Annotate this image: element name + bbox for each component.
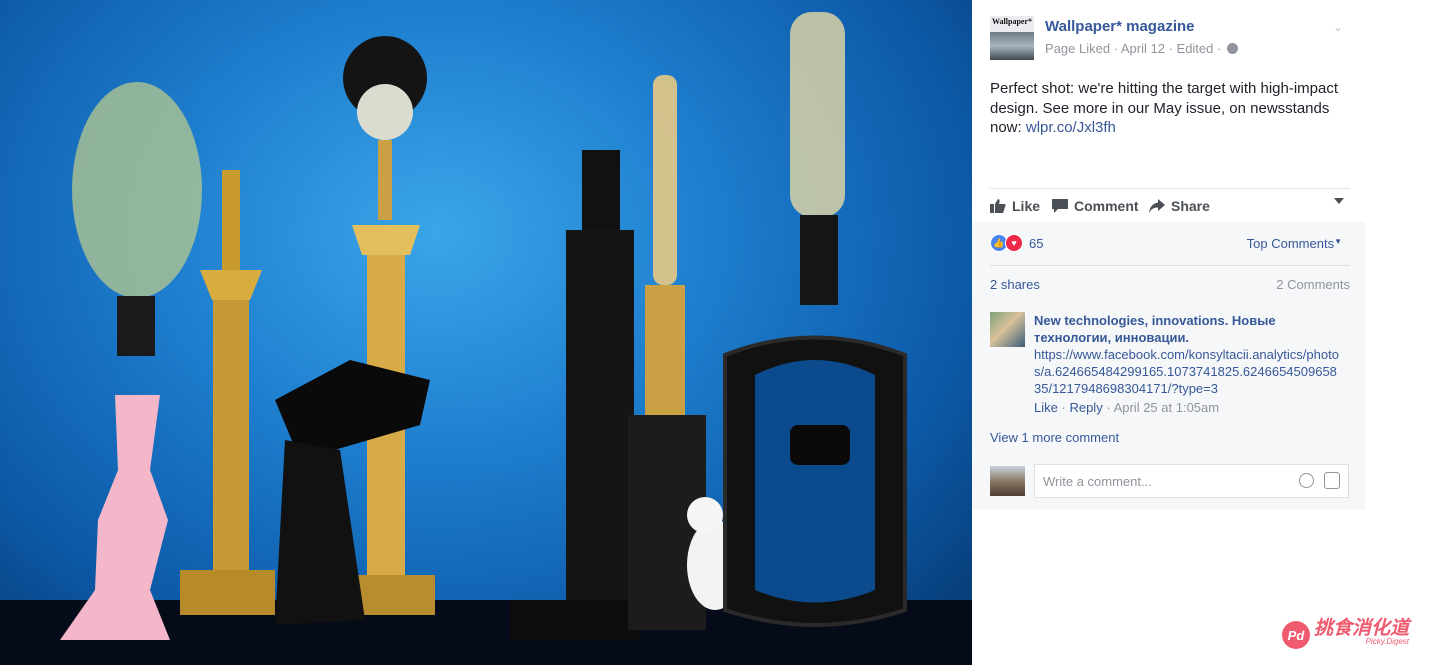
comment-author[interactable]: New technologies, innovations. Новые тех…: [1034, 312, 1339, 346]
post-text: Perfect shot: we're hitting the target w…: [990, 79, 1340, 138]
comment-count[interactable]: 2 Comments: [1276, 277, 1350, 292]
watermark-text: 挑食消化道: [1313, 618, 1409, 639]
reaction-count: 65: [1029, 235, 1044, 251]
post-header: Wallpaper* Wallpaper* magazine Page Like…: [990, 16, 1347, 66]
user-avatar: [990, 466, 1025, 496]
avatar-masthead: Wallpaper*: [992, 17, 1033, 26]
love-reaction-icon: ♥: [1005, 234, 1023, 252]
comment-label: Comment: [1074, 198, 1139, 214]
share-arrow-icon: [1149, 199, 1165, 213]
comments-section: 👍 ♥ 65 Top Comments▼ 2 shares 2 Comments…: [972, 222, 1365, 510]
comment-link[interactable]: https://www.facebook.com/konsyltacii.ana…: [1034, 346, 1339, 397]
chevron-down-icon[interactable]: ⌄: [1331, 20, 1345, 34]
post-panel: Wallpaper* Wallpaper* magazine Page Like…: [972, 0, 1365, 510]
share-label: Share: [1171, 198, 1210, 214]
share-button[interactable]: Share: [1149, 198, 1210, 214]
post-meta: Page Liked · April 12 · Edited ·: [1045, 41, 1238, 56]
comment-like-link[interactable]: Like: [1034, 400, 1058, 415]
comment-icon: [1052, 199, 1068, 213]
comment-actions: Like · Reply · April 25 at 1:05am: [1034, 400, 1220, 415]
watermark: Pd 挑食消化道 Picky.Digest: [1281, 618, 1409, 652]
globe-icon: [1226, 43, 1238, 54]
comment-button[interactable]: Comment: [1052, 198, 1139, 214]
action-bar: Like Comment Share: [989, 188, 1350, 223]
view-more-comments-link[interactable]: View 1 more comment: [990, 430, 1119, 445]
comment-composer: Write a comment...: [990, 464, 1352, 500]
comment-time[interactable]: April 25 at 1:05am: [1114, 400, 1220, 415]
top-comments-dropdown[interactable]: Top Comments▼: [1247, 236, 1342, 251]
emoji-icon[interactable]: [1299, 473, 1314, 488]
page-avatar[interactable]: Wallpaper*: [990, 16, 1034, 60]
lamps-illustration: [0, 12, 972, 665]
post-photo[interactable]: [0, 0, 972, 665]
share-options-caret-icon[interactable]: [1334, 198, 1344, 204]
reactions-row: 👍 ♥ 65 Top Comments▼: [990, 234, 1350, 254]
thumbs-up-icon: [990, 199, 1006, 213]
caret-down-icon: ▼: [1334, 237, 1342, 246]
like-label: Like: [1012, 198, 1041, 214]
sticker-icon[interactable]: [1324, 472, 1340, 489]
top-comments-label: Top Comments: [1246, 236, 1335, 251]
post-meta-text: Page Liked · April 12 · Edited ·: [1045, 41, 1222, 56]
comment-reply-link[interactable]: Reply: [1069, 400, 1102, 415]
divider: [990, 265, 1350, 266]
post-link[interactable]: wlpr.co/Jxl3fh: [1026, 119, 1116, 136]
page-name-link[interactable]: Wallpaper* magazine: [1045, 18, 1195, 35]
commenter-avatar[interactable]: [990, 312, 1025, 347]
shares-link[interactable]: 2 shares: [990, 277, 1040, 292]
watermark-logo-icon: Pd: [1281, 621, 1310, 649]
comment-body: New technologies, innovations. Новые тех…: [1034, 312, 1339, 416]
like-button[interactable]: Like: [990, 198, 1040, 214]
